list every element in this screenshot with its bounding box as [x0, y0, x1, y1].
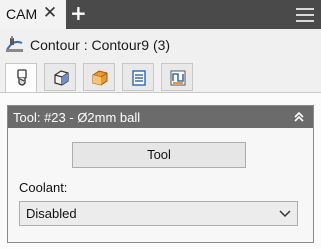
chevron-down-icon [278, 208, 292, 220]
coolant-select-value: Disabled [26, 206, 77, 221]
tab-linking[interactable] [161, 63, 193, 91]
coolant-select[interactable]: Disabled [19, 201, 298, 226]
panel-tab-bar: CAM ✕ + [0, 0, 321, 29]
property-tabs [0, 59, 321, 93]
operation-title: Contour : Contour9 (3) [30, 37, 171, 53]
cam-tab-label: CAM [6, 6, 38, 22]
coolant-label: Coolant: [19, 180, 68, 195]
tool-group-title: Tool: #23 - Ø2mm ball [13, 110, 141, 125]
hamburger-menu-icon[interactable] [296, 8, 314, 22]
close-icon[interactable]: ✕ [41, 3, 59, 23]
tab-content: Tool: #23 - Ø2mm ball Tool Coolant: Disa… [0, 92, 321, 249]
cam-tab[interactable]: CAM ✕ [0, 0, 66, 29]
tab-passes[interactable] [122, 63, 154, 91]
tab-geometry[interactable] [44, 63, 76, 91]
operation-header: Contour : Contour9 (3) [0, 29, 321, 59]
tab-heights[interactable] [83, 63, 115, 91]
tab-tool[interactable] [5, 63, 37, 93]
add-tab-icon[interactable]: + [70, 3, 87, 23]
select-tool-button[interactable]: Tool [72, 142, 246, 168]
tool-group: Tool: #23 - Ø2mm ball Tool Coolant: Disa… [7, 105, 314, 243]
contour-operation-icon [4, 35, 26, 55]
tool-group-header[interactable]: Tool: #23 - Ø2mm ball [8, 106, 313, 128]
double-chevron-up-icon[interactable] [291, 109, 307, 125]
